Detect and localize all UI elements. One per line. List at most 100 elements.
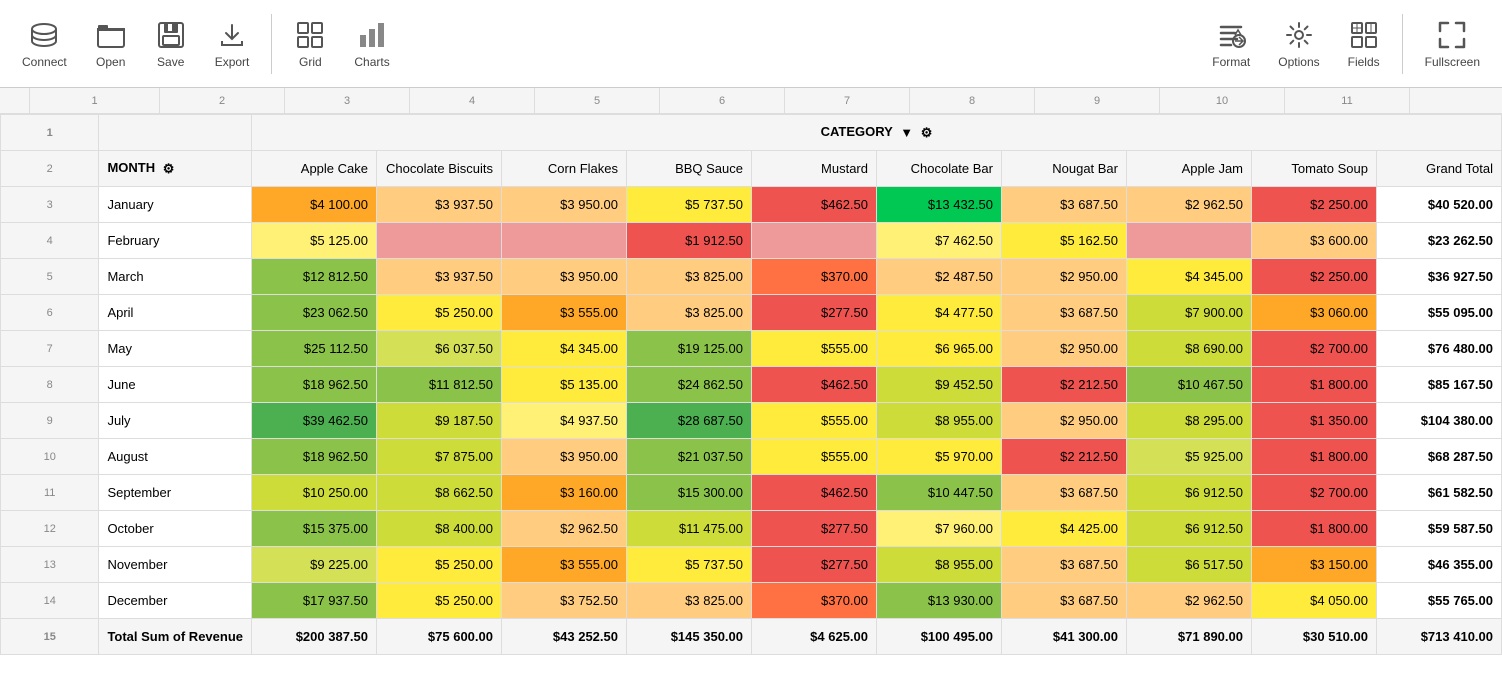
table-row: 6April$23 062.50$5 250.00$3 555.00$3 825…: [1, 295, 1502, 331]
data-cell: $2 962.50: [1127, 583, 1252, 619]
connect-button[interactable]: Connect: [10, 11, 79, 77]
total-data-cell: $30 510.00: [1252, 619, 1377, 655]
table-row: 4February$5 125.00$1 912.50$7 462.50$5 1…: [1, 223, 1502, 259]
data-cell: $11 475.00: [627, 511, 752, 547]
total-data-cell: $200 387.50: [252, 619, 377, 655]
open-label: Open: [96, 55, 125, 69]
data-cell: $4 425.00: [1002, 511, 1127, 547]
month-cell: January: [99, 187, 252, 223]
data-cell: $24 862.50: [627, 367, 752, 403]
month-settings-icon[interactable]: ⚙: [163, 161, 175, 177]
data-cell: $5 970.00: [877, 439, 1002, 475]
options-button[interactable]: Options: [1266, 11, 1331, 77]
export-icon: [216, 19, 248, 51]
data-cell: $3 825.00: [627, 295, 752, 331]
row-num: 8: [1, 367, 99, 403]
connect-icon: [28, 19, 60, 51]
grid-button[interactable]: Grid: [282, 11, 338, 77]
col-header-bbq-sauce: BBQ Sauce: [627, 151, 752, 187]
month-cell: September: [99, 475, 252, 511]
row-num: 10: [1, 439, 99, 475]
data-cell: $2 700.00: [1252, 475, 1377, 511]
toolbar-left-group: Connect Open Save: [10, 11, 261, 77]
data-cell: $68 287.50: [1377, 439, 1502, 475]
col-num-11: 11: [1285, 88, 1410, 113]
toolbar-middle-group: Grid Charts: [282, 11, 401, 77]
open-button[interactable]: Open: [83, 11, 139, 77]
data-cell: $5 737.50: [627, 187, 752, 223]
data-cell: $3 687.50: [1002, 295, 1127, 331]
toolbar: Connect Open Save: [0, 0, 1502, 88]
data-cell: $4 100.00: [252, 187, 377, 223]
row-num: 11: [1, 475, 99, 511]
data-cell: $8 955.00: [877, 403, 1002, 439]
data-cell: $4 937.50: [502, 403, 627, 439]
data-cell: $10 250.00: [252, 475, 377, 511]
fields-button[interactable]: Fields: [1336, 11, 1392, 77]
data-cell: $370.00: [752, 259, 877, 295]
col-header-corn-flakes: Corn Flakes: [502, 151, 627, 187]
data-cell: $3 825.00: [627, 259, 752, 295]
open-icon: [95, 19, 127, 51]
data-cell: $277.50: [752, 511, 877, 547]
data-cell: $5 737.50: [627, 547, 752, 583]
format-button[interactable]: Format: [1200, 11, 1262, 77]
fields-label: Fields: [1348, 55, 1380, 69]
empty-cat-cell: [99, 115, 252, 151]
data-cell: $3 555.00: [502, 295, 627, 331]
month-cell: December: [99, 583, 252, 619]
data-cell: $15 375.00: [252, 511, 377, 547]
col-num-6: 6: [660, 88, 785, 113]
col-num-10: 10: [1160, 88, 1285, 113]
data-cell: $25 112.50: [252, 331, 377, 367]
grid-icon: [294, 19, 326, 51]
data-cell: $5 250.00: [377, 295, 502, 331]
pivot-table[interactable]: 1 CATEGORY ▼ ⚙ 2 MONTH ⚙ Apple Cake: [0, 114, 1502, 691]
data-cell: $462.50: [752, 367, 877, 403]
data-cell: $1 800.00: [1252, 367, 1377, 403]
filter-icon[interactable]: ▼: [900, 125, 913, 140]
data-cell: $3 060.00: [1252, 295, 1377, 331]
settings-icon[interactable]: ⚙: [921, 125, 933, 141]
data-cell: $6 912.50: [1127, 511, 1252, 547]
rn-1: 1: [1, 115, 99, 151]
save-button[interactable]: Save: [143, 11, 199, 77]
data-cell: $7 462.50: [877, 223, 1002, 259]
month-cell: June: [99, 367, 252, 403]
col-header-choc-bar: Chocolate Bar: [877, 151, 1002, 187]
data-cell: $104 380.00: [1377, 403, 1502, 439]
col-numbers-row: 1 2 3 4 5 6 7 8 9 10 11: [0, 88, 1502, 114]
data-cell: $2 250.00: [1252, 259, 1377, 295]
data-cell: $3 825.00: [627, 583, 752, 619]
data-cell: $76 480.00: [1377, 331, 1502, 367]
data-cell: $61 582.50: [1377, 475, 1502, 511]
save-icon: [155, 19, 187, 51]
export-button[interactable]: Export: [203, 11, 262, 77]
data-cell: $1 912.50: [627, 223, 752, 259]
data-cell: $18 962.50: [252, 367, 377, 403]
fullscreen-label: Fullscreen: [1425, 55, 1480, 69]
total-row: 15Total Sum of Revenue$200 387.50$75 600…: [1, 619, 1502, 655]
data-cell: $4 345.00: [1127, 259, 1252, 295]
export-label: Export: [215, 55, 250, 69]
total-data-cell: $41 300.00: [1002, 619, 1127, 655]
data-cell: $1 800.00: [1252, 511, 1377, 547]
data-cell: $2 950.00: [1002, 403, 1127, 439]
month-cell: April: [99, 295, 252, 331]
fullscreen-button[interactable]: Fullscreen: [1413, 11, 1492, 77]
category-label: CATEGORY ▼ ⚙: [252, 115, 1502, 151]
data-cell: $3 160.00: [502, 475, 627, 511]
toolbar-divider-1: [271, 14, 272, 74]
rn-2: 2: [1, 151, 99, 187]
table-row: 7May$25 112.50$6 037.50$4 345.00$19 125.…: [1, 331, 1502, 367]
data-cell: $8 295.00: [1127, 403, 1252, 439]
connect-label: Connect: [22, 55, 67, 69]
data-cell: $462.50: [752, 187, 877, 223]
toolbar-divider-2: [1402, 14, 1403, 74]
col-num-4: 4: [410, 88, 535, 113]
row-num: 3: [1, 187, 99, 223]
data-cell: $13 930.00: [877, 583, 1002, 619]
charts-button[interactable]: Charts: [342, 11, 401, 77]
col-num-0: [0, 88, 30, 113]
month-cell: July: [99, 403, 252, 439]
